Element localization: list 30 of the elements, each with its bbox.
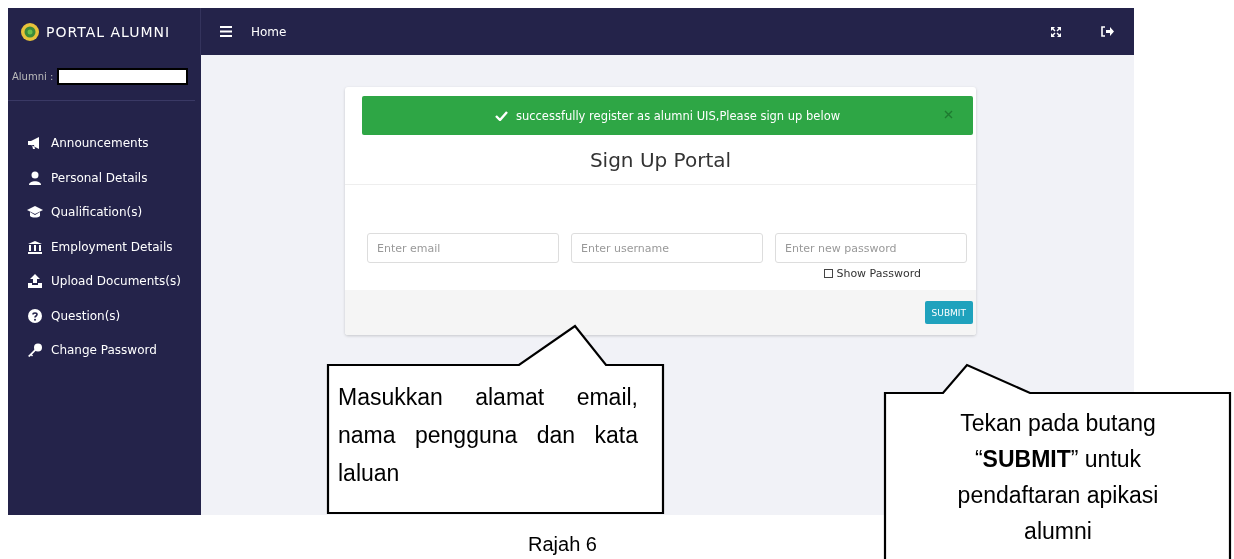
input-field[interactable]: Enter email [367,233,559,263]
key-icon [27,343,43,358]
question-icon [27,308,43,323]
sidebar-item[interactable]: Change Password [8,333,201,368]
sidebar-item[interactable]: Qualification(s) [8,195,201,230]
sidebar-item[interactable]: Announcements [8,126,201,161]
sidebar-item[interactable]: Employment Details [8,229,201,264]
figure-caption: Rajah 6 [528,533,597,556]
emblem-icon [20,20,40,43]
upload-icon [27,274,43,289]
callout-text: Tekan pada butang “SUBMIT” untuk pendaftaran apikasi alumni [956,409,1160,546]
sidebar-item[interactable]: Upload Documents(s) [8,264,201,299]
page-title: Home [251,24,287,39]
columns-building-icon [27,239,43,254]
user-label: Alumni : [12,71,54,82]
callout-text: Masukkan alamat email, nama pengguna dan kata laluan [338,383,638,488]
graduation-cap-icon [27,205,43,220]
sidebar-item[interactable]: Question(s) [8,298,201,333]
brand-title: PORTAL ALUMNI [46,23,171,40]
alert-message: successfully register as alumni UIS,Please sign up below [515,108,841,123]
logout-icon[interactable] [1101,26,1114,37]
form-title: Sign Up Portal [345,135,976,185]
sidebar-item[interactable]: Personal Details [8,160,201,195]
user-icon [27,170,43,185]
menu-icon[interactable] [220,26,232,37]
fullscreen-icon[interactable] [1050,25,1062,38]
check-icon [494,110,508,121]
show-password-checkbox[interactable]: Show Password [824,267,921,280]
input-field[interactable]: Enter new password [775,233,967,263]
input-field[interactable]: Enter username [571,233,763,263]
